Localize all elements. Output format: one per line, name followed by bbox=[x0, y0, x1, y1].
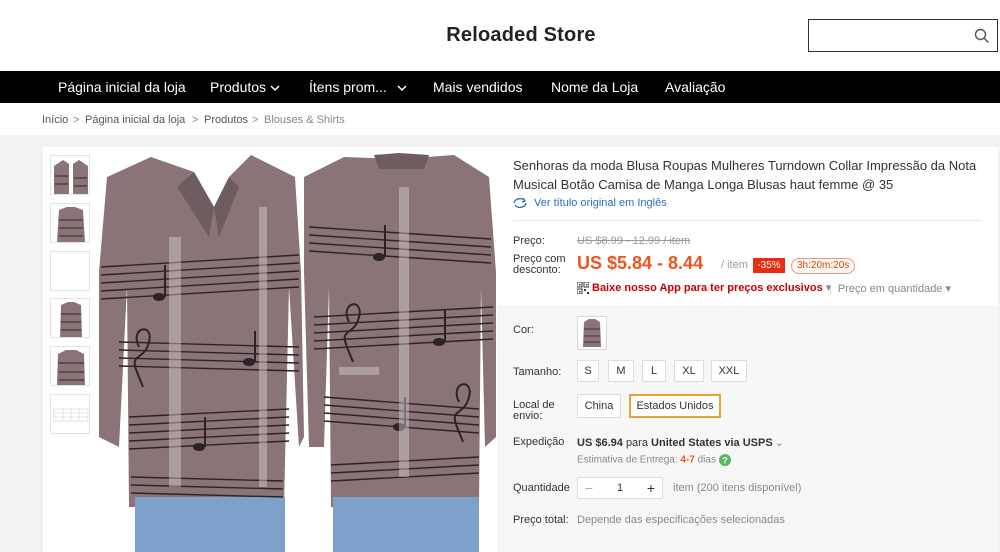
delivery-days: 4-7 bbox=[680, 454, 695, 466]
ship-from-label: Local de envio: bbox=[513, 399, 555, 422]
thumbnail-6[interactable] bbox=[50, 394, 90, 434]
nav-item-home[interactable]: Página inicial da loja bbox=[58, 71, 186, 103]
shirt-thumbnail-image bbox=[51, 299, 89, 337]
shipping-destination: United States via USPS bbox=[651, 437, 773, 449]
size-option-xl[interactable]: XL bbox=[674, 360, 704, 382]
size-chart-thumbnail-image bbox=[51, 395, 89, 433]
breadcrumb-current: Blouses & Shirts bbox=[264, 114, 345, 126]
quantity-input[interactable]: 1 bbox=[600, 478, 640, 498]
color-option[interactable] bbox=[577, 316, 607, 350]
shipping-cost: US $6.94 bbox=[577, 437, 623, 449]
product-info: Senhoras da moda Blusa Roupas Mulheres T… bbox=[497, 147, 998, 552]
shirt-product-photo bbox=[99, 147, 496, 552]
total-price-note: Depende das especificações selecionadas bbox=[577, 514, 785, 526]
delivery-unit: dias bbox=[697, 454, 716, 466]
breadcrumb: Início > Página inicial da loja > Produt… bbox=[0, 103, 1000, 135]
shirt-thumbnail-image bbox=[51, 204, 89, 242]
product-title: Senhoras da moda Blusa Roupas Mulheres T… bbox=[513, 158, 977, 192]
price-label: Preço: bbox=[513, 235, 545, 247]
shipping-for: para bbox=[625, 437, 648, 449]
size-option-l[interactable]: L bbox=[642, 360, 666, 382]
breadcrumb-separator: > bbox=[192, 114, 199, 126]
search-icon[interactable] bbox=[973, 27, 991, 45]
shirt-thumbnail-image bbox=[51, 347, 89, 385]
translate-link[interactable]: Ver título original em Inglês bbox=[512, 197, 667, 209]
size-option-s[interactable]: S bbox=[577, 360, 599, 382]
bulk-price-label: Preço em quantidade bbox=[837, 283, 943, 295]
nav-item-label: Nome da Loja bbox=[551, 79, 639, 95]
thumbnail-1[interactable] bbox=[50, 155, 90, 195]
ship-from-us[interactable]: Estados Unidos bbox=[629, 394, 721, 418]
qr-code-icon bbox=[577, 282, 589, 295]
nav-item-reviews[interactable]: Avaliação bbox=[665, 71, 725, 103]
nav-item-bestsellers[interactable]: Mais vendidos bbox=[433, 71, 523, 103]
translate-icon bbox=[513, 197, 527, 209]
chevron-down-icon: ⌄ bbox=[774, 437, 784, 449]
delivery-estimate-label: Estimativa de Entrega: bbox=[577, 454, 678, 466]
thumbnail-3[interactable] bbox=[50, 251, 90, 291]
caret-down-icon: ▾ bbox=[945, 283, 951, 295]
size-option-m[interactable]: M bbox=[608, 360, 634, 382]
thumbnail-4[interactable] bbox=[50, 298, 90, 338]
total-price-label: Preço total: bbox=[513, 514, 569, 526]
nav-item-label: Página inicial da loja bbox=[58, 79, 186, 95]
nav-item-promo[interactable]: Ítens prom... bbox=[309, 71, 407, 103]
discount-badge: -35% bbox=[753, 258, 785, 273]
shipping-method[interactable]: US $6.94 para United States via USPS ⌄ bbox=[577, 436, 784, 449]
color-swatch-image bbox=[578, 317, 606, 349]
quantity-available: item (200 itens disponível) bbox=[673, 482, 802, 494]
quantity-decrease-button[interactable]: − bbox=[578, 478, 600, 498]
discount-price-label: Preço com desconto: bbox=[513, 253, 566, 276]
breadcrumb-store[interactable]: Página inicial da loja bbox=[85, 103, 185, 138]
delivery-estimate: Estimativa de Entrega: 4-7 dias? bbox=[577, 454, 731, 466]
thumbnail-2[interactable] bbox=[50, 203, 90, 243]
per-item-unit: / item bbox=[721, 259, 748, 271]
store-nav: Página inicial da loja Produtos Ítens pr… bbox=[0, 71, 1000, 103]
shirt-thumbnail-image bbox=[51, 156, 89, 194]
translate-link-label: Ver título original em Inglês bbox=[534, 197, 667, 209]
shipping-label: Expedição bbox=[513, 436, 565, 448]
app-promo-link[interactable]: Baixe nosso App para ter preços exclusiv… bbox=[577, 281, 831, 295]
ship-from-china[interactable]: China bbox=[577, 394, 621, 418]
separator: | bbox=[829, 283, 832, 295]
quantity-increase-button[interactable]: + bbox=[640, 478, 662, 498]
countdown-badge: 3h:20m:20s bbox=[791, 258, 856, 274]
store-header: Reloaded Store bbox=[0, 0, 1000, 71]
chevron-down-icon bbox=[397, 85, 407, 91]
nav-item-label: Produtos bbox=[210, 79, 267, 95]
quantity-stepper: − 1 + bbox=[577, 477, 663, 499]
nav-item-store-name[interactable]: Nome da Loja bbox=[551, 71, 638, 103]
divider bbox=[513, 220, 982, 221]
quantity-label: Quantidade bbox=[513, 482, 570, 494]
discount-price: US $5.84 - 8.44 bbox=[577, 253, 704, 273]
breadcrumb-separator: > bbox=[73, 114, 80, 126]
chevron-down-icon bbox=[270, 85, 280, 91]
original-price: US $8.99 - 12.99 / item bbox=[577, 235, 691, 247]
breadcrumb-separator: > bbox=[252, 114, 259, 126]
product-main-image[interactable] bbox=[99, 147, 496, 552]
app-promo-label: Baixe nosso App para ter preços exclusiv… bbox=[592, 282, 823, 294]
nav-item-label: Ítens prom... bbox=[309, 79, 387, 95]
nav-item-label: Mais vendidos bbox=[433, 79, 523, 95]
nav-item-products[interactable]: Produtos bbox=[210, 71, 280, 103]
svg-text:?: ? bbox=[722, 456, 728, 466]
size-label: Tamanho: bbox=[513, 366, 562, 378]
color-label: Cor: bbox=[513, 324, 534, 336]
thumbnail-5[interactable] bbox=[50, 346, 90, 386]
nav-item-label: Avaliação bbox=[665, 79, 726, 95]
breadcrumb-home[interactable]: Início bbox=[42, 103, 68, 138]
search-input[interactable] bbox=[808, 19, 998, 52]
help-icon[interactable]: ? bbox=[718, 454, 731, 466]
breadcrumb-products[interactable]: Produtos bbox=[204, 103, 248, 138]
bulk-price-link[interactable]: | Preço em quantidade ▾ bbox=[829, 282, 951, 295]
size-option-xxl[interactable]: XXL bbox=[711, 360, 747, 382]
